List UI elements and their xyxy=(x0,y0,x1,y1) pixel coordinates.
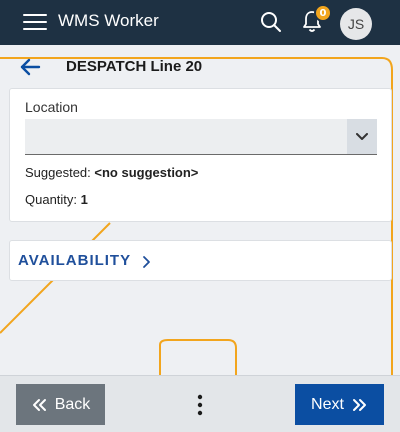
hamburger-icon[interactable] xyxy=(23,12,47,32)
chevron-down-icon xyxy=(356,132,368,140)
quantity-text: Quantity: 1 xyxy=(25,192,88,207)
next-button[interactable]: Next xyxy=(295,384,384,425)
app-title: WMS Worker xyxy=(58,11,159,30)
quantity-value: 1 xyxy=(80,192,88,207)
back-button[interactable]: Back xyxy=(16,384,105,425)
suggested-value: <no suggestion> xyxy=(94,165,199,180)
app-bar: WMS Worker 0 JS xyxy=(0,0,400,45)
quantity-label: Quantity: xyxy=(25,192,81,207)
location-dropdown-button[interactable] xyxy=(347,119,377,155)
back-button-label: Back xyxy=(54,395,91,413)
availability-label: AVAILABILITY xyxy=(18,252,132,269)
double-chevron-right-icon xyxy=(352,398,366,411)
availability-row[interactable]: AVAILABILITY xyxy=(9,240,392,281)
user-avatar[interactable]: JS xyxy=(340,8,372,40)
double-chevron-left-icon xyxy=(32,398,46,411)
location-label: Location xyxy=(25,99,78,115)
arrow-left-icon[interactable] xyxy=(19,57,41,77)
location-card: Location Suggested: <no suggestion> Quan… xyxy=(9,88,392,222)
next-button-label: Next xyxy=(311,395,344,413)
location-input[interactable] xyxy=(25,119,347,155)
suggested-label: Suggested: xyxy=(25,165,95,180)
notification-badge: 0 xyxy=(314,4,332,22)
search-icon[interactable] xyxy=(260,11,282,33)
suggested-text: Suggested: <no suggestion> xyxy=(25,165,198,180)
chevron-right-icon xyxy=(143,256,150,268)
page-title: DESPATCH Line 20 xyxy=(66,58,203,75)
bottom-action-bar: Back Next xyxy=(0,375,400,432)
more-vertical-icon[interactable] xyxy=(194,394,206,418)
